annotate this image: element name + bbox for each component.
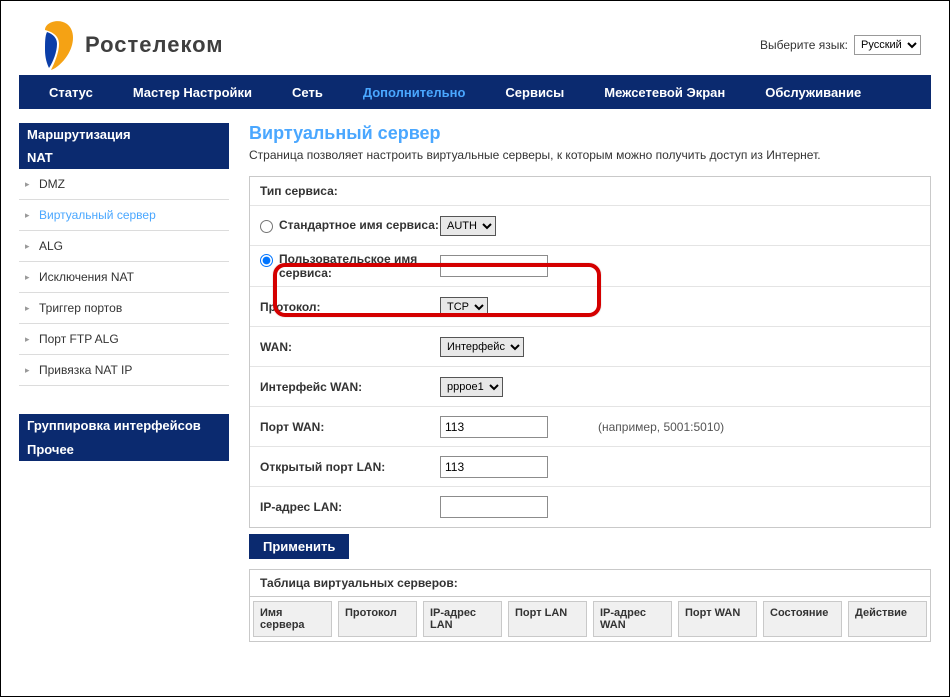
col-server-name: Имя сервера (253, 601, 332, 637)
sidebar-item-port-trigger[interactable]: ▸ Триггер портов (19, 293, 229, 324)
sidebar-item-virtual-server[interactable]: ▸ Виртуальный сервер (19, 200, 229, 231)
nav-network[interactable]: Сеть (272, 85, 343, 100)
nav-wizard[interactable]: Мастер Настройки (113, 85, 272, 100)
wan-interface-select[interactable]: pppoe1 (440, 377, 503, 397)
protocol-select[interactable]: TCP (440, 297, 488, 317)
sidebar-item-nat-ip-bind[interactable]: ▸ Привязка NAT IP (19, 355, 229, 386)
chevron-right-icon: ▸ (25, 241, 35, 252)
wan-port-label: Порт WAN: (260, 420, 440, 434)
chevron-right-icon: ▸ (25, 365, 35, 376)
page-description: Страница позволяет настроить виртуальные… (249, 148, 931, 162)
col-wan-port: Порт WAN (678, 601, 757, 637)
wan-mode-select[interactable]: Интерфейс (440, 337, 524, 357)
wan-mode-label: WAN: (260, 340, 440, 354)
apply-button[interactable]: Применить (249, 534, 349, 559)
sidebar-item-label: DMZ (39, 177, 65, 191)
language-label: Выберите язык: (760, 38, 848, 52)
service-config-box: Тип сервиса: Стандартное имя сервиса: AU… (249, 176, 931, 528)
chevron-right-icon: ▸ (25, 179, 35, 190)
sidebar-head-other[interactable]: Прочее (19, 438, 229, 461)
standard-name-label: Стандартное имя сервиса: (279, 218, 439, 232)
vs-table: Имя сервера Протокол IP-адрес LAN Порт L… (249, 597, 931, 642)
sidebar-head-routing[interactable]: Маршрутизация (19, 123, 229, 146)
lan-port-label: Открытый порт LAN: (260, 460, 440, 474)
sidebar-item-label: Виртуальный сервер (39, 208, 156, 222)
wan-interface-label: Интерфейс WAN: (260, 380, 440, 394)
col-wan-ip: IP-адрес WAN (593, 601, 672, 637)
sidebar-item-alg[interactable]: ▸ ALG (19, 231, 229, 262)
sidebar-item-nat-exclusions[interactable]: ▸ Исключения NAT (19, 262, 229, 293)
sidebar-item-label: Привязка NAT IP (39, 363, 132, 377)
protocol-label: Протокол: (260, 300, 440, 314)
sidebar: Маршрутизация NAT ▸ DMZ ▸ Виртуальный серв… (19, 123, 229, 642)
nav-firewall[interactable]: Межсетевой Экран (584, 85, 745, 100)
col-lan-port: Порт LAN (508, 601, 587, 637)
sidebar-item-label: Исключения NAT (39, 270, 134, 284)
user-name-radio[interactable] (260, 254, 273, 267)
nav-services[interactable]: Сервисы (485, 85, 584, 100)
col-action: Действие (848, 601, 927, 637)
language-select[interactable]: Русский (854, 35, 921, 55)
main-nav: Статус Мастер Настройки Сеть Дополнитель… (19, 75, 931, 109)
sidebar-head-if-group[interactable]: Группировка интерфейсов (19, 414, 229, 438)
brand-logo: Ростелеком (19, 18, 224, 72)
lan-port-input[interactable] (440, 456, 548, 478)
standard-name-radio[interactable] (260, 220, 273, 233)
user-name-label: Пользовательское имя сервиса: (279, 252, 440, 280)
col-state: Состояние (763, 601, 842, 637)
chevron-right-icon: ▸ (25, 210, 35, 221)
sidebar-item-label: Порт FTP ALG (39, 332, 119, 346)
standard-name-select[interactable]: AUTH (440, 216, 496, 236)
lan-ip-input[interactable] (440, 496, 548, 518)
nav-maintenance[interactable]: Обслуживание (745, 85, 881, 100)
wan-port-input[interactable] (440, 416, 548, 438)
chevron-right-icon: ▸ (25, 303, 35, 314)
sidebar-item-label: ALG (39, 239, 63, 253)
rostelecom-ear-icon (37, 18, 79, 72)
sidebar-item-dmz[interactable]: ▸ DMZ (19, 169, 229, 200)
chevron-right-icon: ▸ (25, 272, 35, 283)
col-protocol: Протокол (338, 601, 417, 637)
user-name-input[interactable] (440, 255, 548, 277)
vs-table-title: Таблица виртуальных серверов: (249, 569, 931, 597)
sidebar-head-nat[interactable]: NAT (19, 146, 229, 169)
wan-port-hint: (например, 5001:5010) (598, 420, 724, 434)
page-title: Виртуальный сервер (249, 123, 931, 144)
chevron-right-icon: ▸ (25, 334, 35, 345)
sidebar-item-ftp-alg[interactable]: ▸ Порт FTP ALG (19, 324, 229, 355)
brand-name: Ростелеком (85, 32, 224, 58)
lan-ip-label: IP-адрес LAN: (260, 500, 440, 514)
nav-status[interactable]: Статус (29, 85, 113, 100)
sidebar-item-label: Триггер портов (39, 301, 122, 315)
service-type-heading: Тип сервиса: (250, 177, 930, 206)
nav-advanced[interactable]: Дополнительно (343, 85, 486, 100)
col-lan-ip: IP-адрес LAN (423, 601, 502, 637)
